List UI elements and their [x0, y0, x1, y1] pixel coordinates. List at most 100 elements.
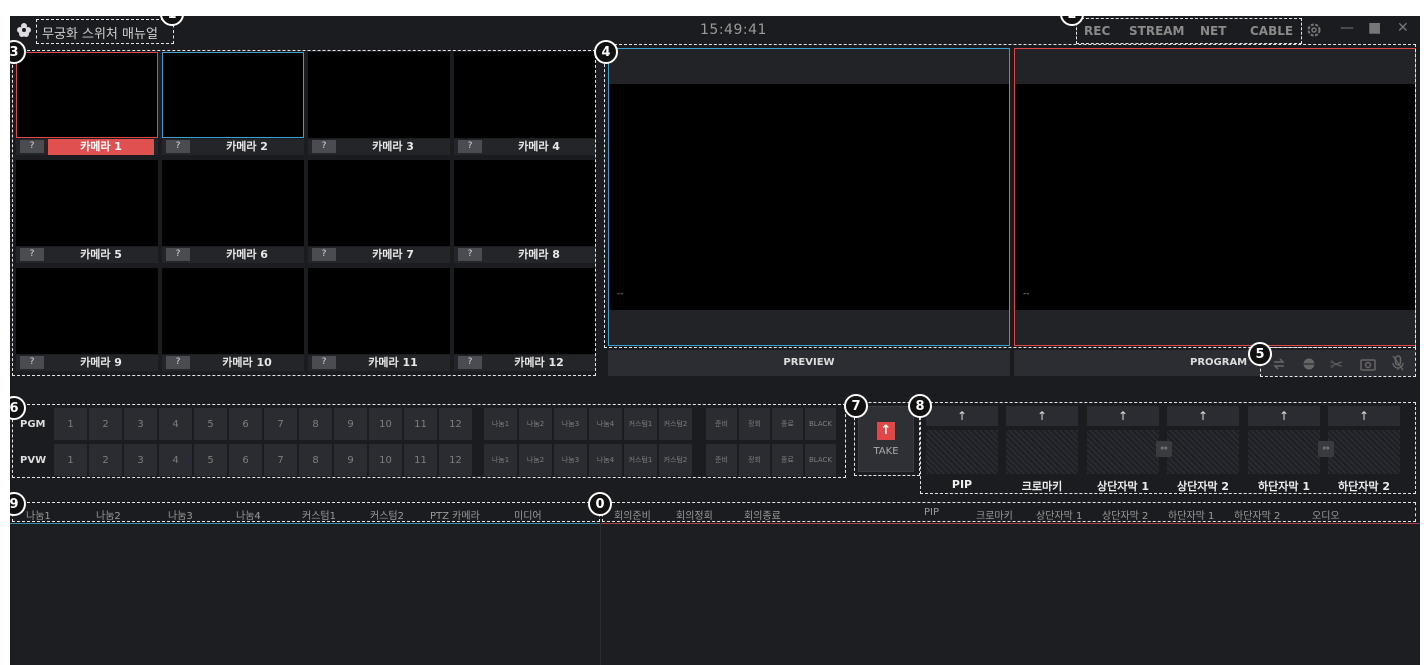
- camera-view-10[interactable]: [162, 268, 304, 354]
- tab-effect-5[interactable]: 하단자막 1: [1168, 507, 1214, 522]
- tab-right-3[interactable]: 회의종료: [744, 507, 781, 522]
- bus-key[interactable]: 나눔1: [484, 444, 517, 476]
- tab-effect-7[interactable]: 오디오: [1312, 507, 1340, 522]
- gear-icon[interactable]: [1306, 22, 1322, 42]
- bus-key[interactable]: 준비: [706, 408, 737, 440]
- bus-key[interactable]: 2: [89, 444, 122, 476]
- take-button[interactable]: ↑ TAKE: [858, 406, 914, 472]
- bus-key[interactable]: 7: [264, 408, 297, 440]
- bus-key[interactable]: 9: [334, 444, 367, 476]
- bus-key[interactable]: BLACK: [805, 444, 836, 476]
- tab-left-7[interactable]: PTZ 카메라: [430, 507, 480, 522]
- bus-key[interactable]: 커스텀1: [624, 444, 657, 476]
- tab-effect-2[interactable]: 크로마키: [976, 507, 1013, 522]
- tab-left-5[interactable]: 커스텀1: [302, 507, 336, 522]
- effect-up-button[interactable]: ↑: [1328, 406, 1400, 426]
- tab-left-4[interactable]: 나눔4: [236, 507, 261, 522]
- bus-key[interactable]: 1: [54, 444, 87, 476]
- bus-key[interactable]: 나눔4: [589, 444, 622, 476]
- camera-snapshot-icon[interactable]: [1360, 356, 1376, 375]
- mic-off-icon[interactable]: [1392, 355, 1404, 375]
- bus-key[interactable]: 6: [229, 408, 262, 440]
- bus-key[interactable]: BLACK: [805, 408, 836, 440]
- link-icon[interactable]: ⇔: [1318, 441, 1334, 457]
- effect-up-button[interactable]: ↑: [1006, 406, 1078, 426]
- bus-key[interactable]: 10: [369, 444, 402, 476]
- tab-effect-1[interactable]: PIP: [924, 507, 939, 518]
- effect-up-button[interactable]: ↑: [1167, 406, 1239, 426]
- bus-key[interactable]: 준비: [706, 444, 737, 476]
- bus-key[interactable]: 4: [159, 444, 192, 476]
- bus-key[interactable]: 7: [264, 444, 297, 476]
- bus-key[interactable]: 1: [54, 408, 87, 440]
- close-icon[interactable]: ✕: [1397, 20, 1409, 36]
- bus-key[interactable]: 9: [334, 408, 367, 440]
- bus-key[interactable]: 나눔3: [554, 408, 587, 440]
- bus-key[interactable]: 커스텀2: [659, 408, 692, 440]
- bus-key[interactable]: 정회: [739, 408, 770, 440]
- camera-view-4[interactable]: [454, 52, 596, 138]
- bus-key[interactable]: 12: [439, 444, 472, 476]
- link-icon[interactable]: ⇔: [1156, 441, 1172, 457]
- camera-view-7[interactable]: [308, 160, 450, 246]
- bus-key[interactable]: 커스텀2: [659, 444, 692, 476]
- camera-help-button[interactable]: ?: [20, 356, 44, 369]
- camera-view-3[interactable]: [308, 52, 450, 138]
- maximize-icon[interactable]: ■: [1368, 20, 1381, 36]
- camera-help-button[interactable]: ?: [458, 248, 482, 261]
- bus-key[interactable]: 5: [194, 408, 227, 440]
- camera-view-6[interactable]: [162, 160, 304, 246]
- camera-help-button[interactable]: ?: [166, 356, 190, 369]
- bus-key[interactable]: 정회: [739, 444, 770, 476]
- tab-left-3[interactable]: 나눔3: [168, 507, 193, 522]
- effect-slot[interactable]: [1167, 430, 1239, 474]
- bus-key[interactable]: 5: [194, 444, 227, 476]
- bus-key[interactable]: 2: [89, 408, 122, 440]
- effect-slot[interactable]: [1248, 430, 1320, 474]
- bus-key[interactable]: 11: [404, 444, 437, 476]
- bus-key[interactable]: 3: [124, 408, 157, 440]
- camera-help-button[interactable]: ?: [312, 140, 336, 153]
- transition-icon[interactable]: [1272, 356, 1286, 375]
- bus-key[interactable]: 나눔3: [554, 444, 587, 476]
- bus-key[interactable]: 8: [299, 444, 332, 476]
- bus-key[interactable]: 11: [404, 408, 437, 440]
- minimize-icon[interactable]: —: [1340, 20, 1354, 36]
- camera-help-button[interactable]: ?: [312, 248, 336, 261]
- bus-key[interactable]: 6: [229, 444, 262, 476]
- tab-effect-4[interactable]: 상단자막 2: [1102, 507, 1148, 522]
- tab-left-8[interactable]: 미디어: [514, 507, 542, 522]
- tab-left-6[interactable]: 커스텀2: [370, 507, 404, 522]
- preview-monitor[interactable]: --: [608, 48, 1010, 346]
- bus-key[interactable]: 커스텀1: [624, 408, 657, 440]
- effect-slot[interactable]: [1328, 430, 1400, 474]
- bus-key[interactable]: 종료: [772, 444, 803, 476]
- bus-key[interactable]: 나눔4: [589, 408, 622, 440]
- effect-up-button[interactable]: ↑: [926, 406, 998, 426]
- camera-help-button[interactable]: ?: [20, 248, 44, 261]
- effect-slot[interactable]: [1087, 430, 1159, 474]
- globe-icon[interactable]: [1302, 356, 1316, 375]
- camera-view-1[interactable]: [16, 52, 158, 138]
- bus-key[interactable]: 8: [299, 408, 332, 440]
- camera-help-button[interactable]: ?: [458, 356, 482, 369]
- bus-key[interactable]: 4: [159, 408, 192, 440]
- camera-view-5[interactable]: [16, 160, 158, 246]
- tab-left-2[interactable]: 나눔2: [96, 507, 121, 522]
- camera-view-12[interactable]: [454, 268, 596, 354]
- bus-key[interactable]: 12: [439, 408, 472, 440]
- camera-help-button[interactable]: ?: [166, 140, 190, 153]
- bus-key[interactable]: 나눔1: [484, 408, 517, 440]
- effect-slot[interactable]: [1006, 430, 1078, 474]
- program-monitor[interactable]: --: [1014, 48, 1416, 346]
- camera-view-11[interactable]: [308, 268, 450, 354]
- tab-right-2[interactable]: 회의정회: [676, 507, 713, 522]
- effect-slot[interactable]: [926, 430, 998, 474]
- effect-up-button[interactable]: ↑: [1248, 406, 1320, 426]
- tab-right-1[interactable]: 회의준비: [614, 507, 651, 522]
- bus-key[interactable]: 나눔2: [519, 408, 552, 440]
- camera-view-9[interactable]: [16, 268, 158, 354]
- bus-key[interactable]: 나눔2: [519, 444, 552, 476]
- scissors-icon[interactable]: ✂: [1330, 355, 1343, 374]
- bus-key[interactable]: 3: [124, 444, 157, 476]
